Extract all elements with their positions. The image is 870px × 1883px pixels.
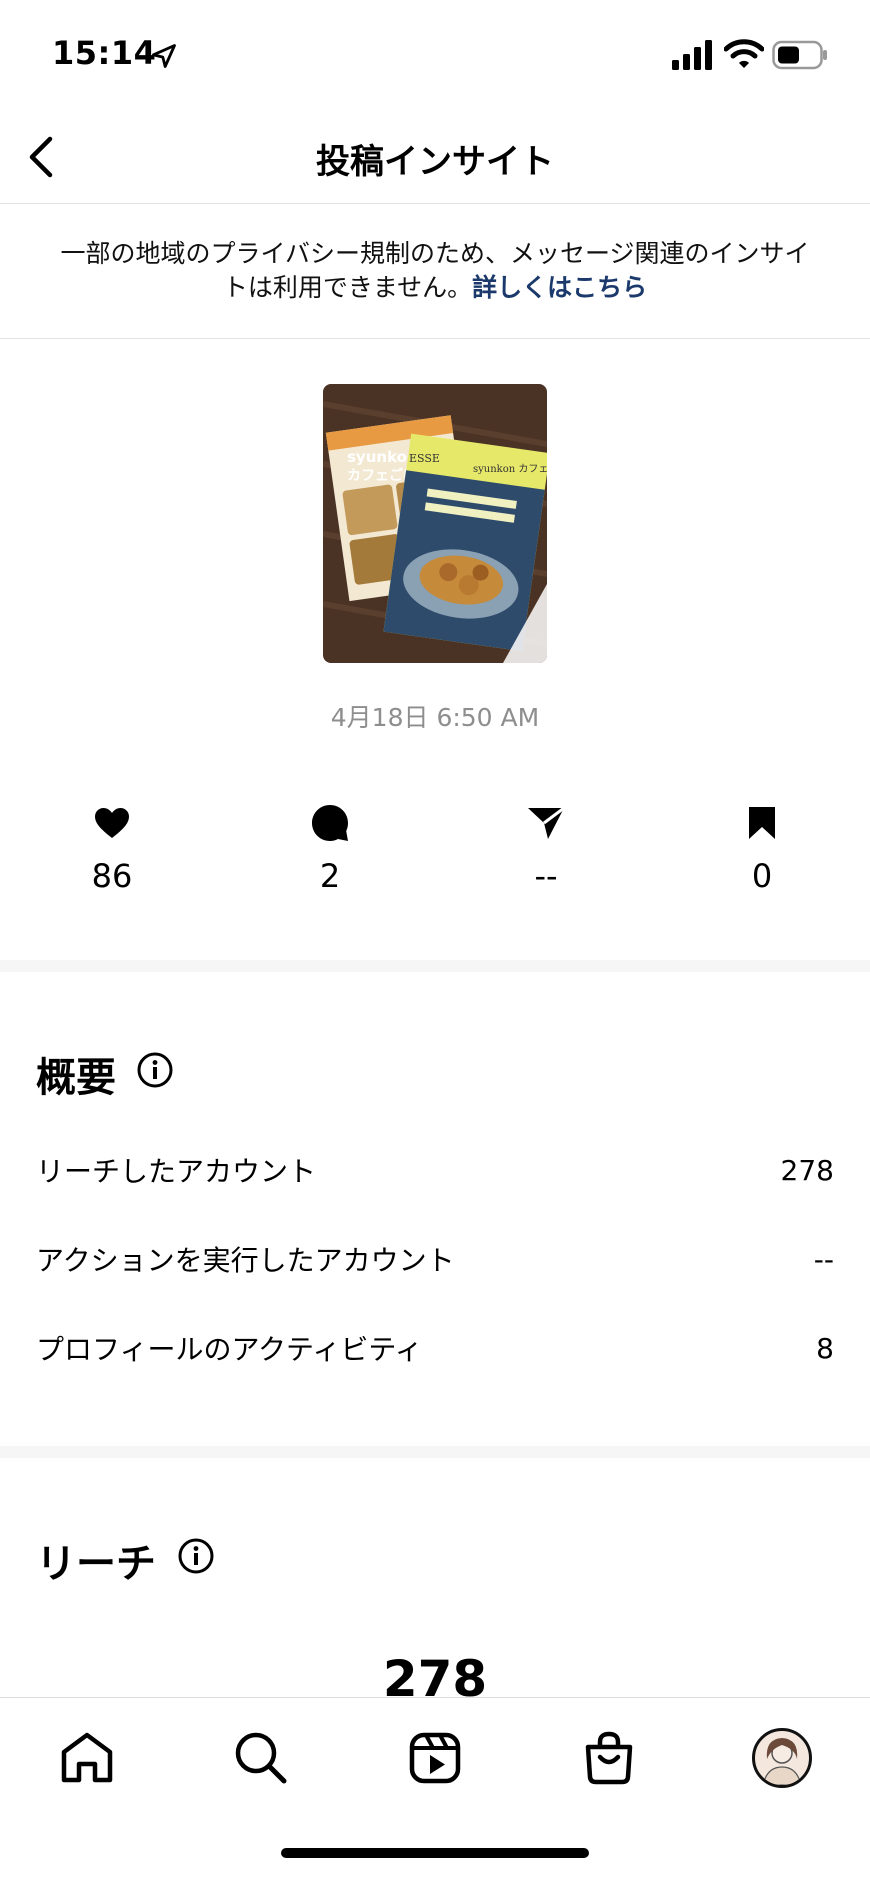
shares-count: -- xyxy=(534,857,558,895)
info-icon[interactable] xyxy=(178,1538,214,1574)
row-value: 278 xyxy=(780,1153,834,1187)
row-label: アクションを実行したアカウント xyxy=(36,1244,455,1277)
privacy-notice: 一部の地域のプライバシー規制のため、メッセージ関連のインサイトは利用できません。… xyxy=(0,205,870,339)
home-icon xyxy=(61,1732,113,1783)
tab-home[interactable] xyxy=(55,1726,119,1790)
reels-icon xyxy=(409,1732,461,1784)
cellular-signal-icon xyxy=(672,40,712,70)
wifi-icon xyxy=(724,39,764,68)
thumb-brand-text: syunkon xyxy=(347,448,418,466)
overview-row-profile-activity[interactable]: プロフィールのアクティビティ 8 xyxy=(36,1323,834,1373)
header: 投稿インサイト xyxy=(0,110,870,204)
comments-count: 2 xyxy=(319,857,341,895)
saves-metric: 0 xyxy=(702,803,822,895)
thumb-magazine-text: ESSE xyxy=(409,452,440,465)
shares-metric: -- xyxy=(486,803,606,895)
thumb-series-text: syunkon カフェ xyxy=(473,463,547,475)
row-label: リーチしたアカウント xyxy=(36,1155,317,1188)
section-divider xyxy=(0,1446,870,1458)
notice-text: 一部の地域のプライバシー規制のため、メッセージ関連のインサイトは利用できません。 xyxy=(60,239,810,302)
page-title: 投稿インサイト xyxy=(316,142,554,182)
status-bar: 15:14 xyxy=(0,0,870,110)
tab-profile[interactable] xyxy=(750,1726,814,1790)
overview-title: 概要 xyxy=(36,1055,116,1101)
info-icon[interactable] xyxy=(137,1052,173,1088)
profile-avatar xyxy=(752,1728,812,1788)
comment-icon xyxy=(312,805,348,841)
post-date: 4月18日 6:50 AM xyxy=(330,703,540,732)
learn-more-link[interactable]: 詳しくはこちら xyxy=(472,273,647,302)
saves-count: 0 xyxy=(751,857,773,895)
bookmark-icon xyxy=(749,807,775,839)
search-icon xyxy=(235,1732,287,1784)
row-label: プロフィールのアクティビティ xyxy=(36,1333,423,1366)
overview-row-reach[interactable]: リーチしたアカウント 278 xyxy=(36,1145,834,1195)
post-thumbnail[interactable]: syunkon カフェごはん ESSE syunkon カフェ xyxy=(323,384,547,663)
row-value: 8 xyxy=(816,1331,834,1365)
home-indicator xyxy=(281,1848,589,1858)
tab-reels[interactable] xyxy=(403,1726,467,1790)
tab-shop[interactable] xyxy=(577,1726,641,1790)
reach-title: リーチ xyxy=(36,1541,156,1587)
shop-icon xyxy=(585,1731,633,1785)
battery-icon xyxy=(772,40,827,70)
section-divider xyxy=(0,960,870,972)
status-time: 15:14 xyxy=(52,34,157,72)
heart-icon xyxy=(95,808,129,838)
tab-search[interactable] xyxy=(229,1726,293,1790)
likes-metric: 86 xyxy=(52,803,172,895)
overview-row-actions[interactable]: アクションを実行したアカウント -- xyxy=(36,1234,834,1284)
location-arrow-icon xyxy=(152,44,176,68)
likes-count: 86 xyxy=(91,857,133,895)
row-value: -- xyxy=(813,1242,834,1276)
share-icon xyxy=(528,806,565,839)
comments-metric: 2 xyxy=(270,803,390,895)
